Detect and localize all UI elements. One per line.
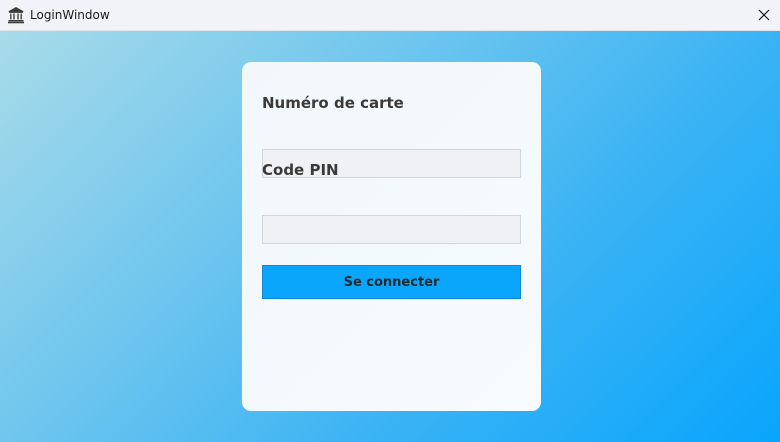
- pin-input[interactable]: [262, 215, 521, 244]
- window-content: Numéro de carte Code PIN Se connecter: [0, 31, 780, 442]
- login-button[interactable]: Se connecter: [262, 265, 521, 299]
- login-card: Numéro de carte Code PIN Se connecter: [242, 62, 541, 411]
- close-button[interactable]: [748, 0, 780, 31]
- login-window: LoginWindow Numéro de carte Code PIN Se …: [0, 0, 780, 442]
- bank-icon: [7, 6, 25, 24]
- title-bar: LoginWindow: [0, 0, 780, 31]
- close-icon: [758, 6, 770, 25]
- window-title: LoginWindow: [30, 8, 110, 22]
- pin-label: Code PIN: [262, 161, 339, 179]
- card-number-label: Numéro de carte: [262, 94, 404, 112]
